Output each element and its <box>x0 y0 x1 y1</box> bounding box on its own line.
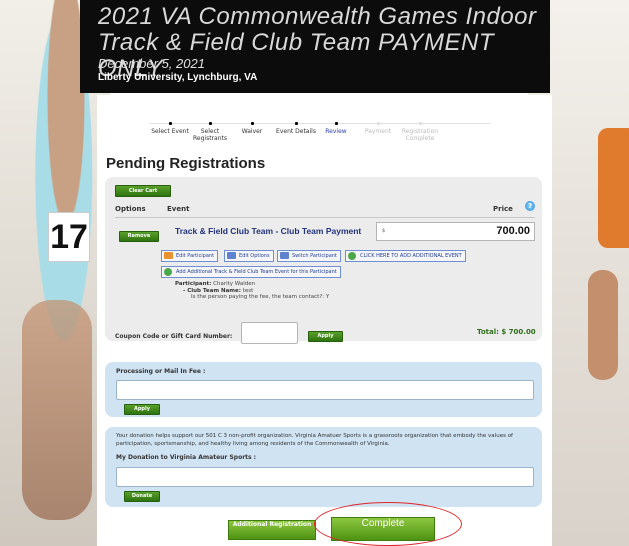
progress-steps: Select Event Select Registrants Waiver E… <box>150 122 490 143</box>
race-bib: 17 <box>48 212 90 262</box>
column-header-event: Event <box>167 205 190 213</box>
event-banner: 2021 VA Commonwealth Games Indoor Track … <box>80 0 550 93</box>
donation-input[interactable] <box>116 467 534 487</box>
donation-description: Your donation helps support our 501 C 3 … <box>116 433 513 447</box>
add-club-event-button[interactable]: Add Additional Track & Field Club Team E… <box>161 266 341 278</box>
add-event-button[interactable]: CLICK HERE TO ADD ADDITIONAL EVENT <box>345 250 466 262</box>
step-waiver: Waiver <box>232 122 272 135</box>
fee-input[interactable] <box>116 380 534 400</box>
add-icon <box>348 252 356 260</box>
remove-button[interactable]: Remove <box>119 231 159 242</box>
switch-icon <box>280 252 289 259</box>
order-total: Total: $ 700.00 <box>477 328 536 336</box>
help-icon[interactable]: ? <box>525 201 535 211</box>
header-divider <box>115 217 535 218</box>
highlight-circle-annotation <box>314 502 462 546</box>
switch-participant-button[interactable]: Switch Participant <box>277 250 341 262</box>
add-icon <box>164 268 172 276</box>
fee-label: Processing or Mail In Fee : <box>116 368 206 375</box>
clear-cart-button[interactable]: Clear Cart <box>115 185 171 197</box>
runner-shirt <box>598 128 629 248</box>
coupon-apply-button[interactable]: Apply <box>308 331 343 342</box>
coupon-label: Coupon Code or Gift Card Number: <box>115 333 233 340</box>
price-field: $ 700.00 <box>376 222 535 241</box>
price-value: 700.00 <box>496 225 530 237</box>
page-title: Pending Registrations <box>106 155 266 172</box>
registration-panel: Select Event Select Registrants Waiver E… <box>97 95 552 546</box>
event-date: December 5, 2021 <box>98 56 205 71</box>
step-registration-complete: Registration Complete <box>400 122 440 142</box>
participant-details: Participant: Charity Walden - Club Team … <box>175 281 330 300</box>
coupon-input[interactable] <box>241 322 298 344</box>
fee-box: Processing or Mail In Fee : Apply <box>105 362 542 417</box>
step-event-details: Event Details <box>276 122 316 135</box>
person-icon <box>164 252 173 259</box>
event-name: Track & Field Club Team - Club Team Paym… <box>175 226 362 236</box>
event-location: Liberty University, Lynchburg, VA <box>98 72 258 83</box>
step-select-registrants: Select Registrants <box>190 122 230 142</box>
column-header-options: Options <box>115 205 146 213</box>
column-header-price: Price <box>493 205 513 213</box>
cart-box: Clear Cart Options Event Price ? Remove … <box>105 177 542 341</box>
donate-button[interactable]: Donate <box>124 491 160 502</box>
edit-options-button[interactable]: Edit Options <box>224 250 274 262</box>
donation-label: My Donation to Virginia Amateur Sports : <box>116 454 257 461</box>
fee-apply-button[interactable]: Apply <box>124 404 160 415</box>
additional-registration-button[interactable]: Additional Registration <box>228 520 316 540</box>
donation-box: Your donation helps support our 501 C 3 … <box>105 427 542 507</box>
runner-arm <box>588 270 618 380</box>
step-review: Review <box>316 122 356 135</box>
step-select-event: Select Event <box>150 122 190 135</box>
edit-participant-button[interactable]: Edit Participant <box>161 250 219 262</box>
runner-leg <box>22 300 92 520</box>
list-icon <box>227 252 236 259</box>
step-payment: Payment <box>358 122 398 135</box>
currency-symbol: $ <box>382 228 386 234</box>
